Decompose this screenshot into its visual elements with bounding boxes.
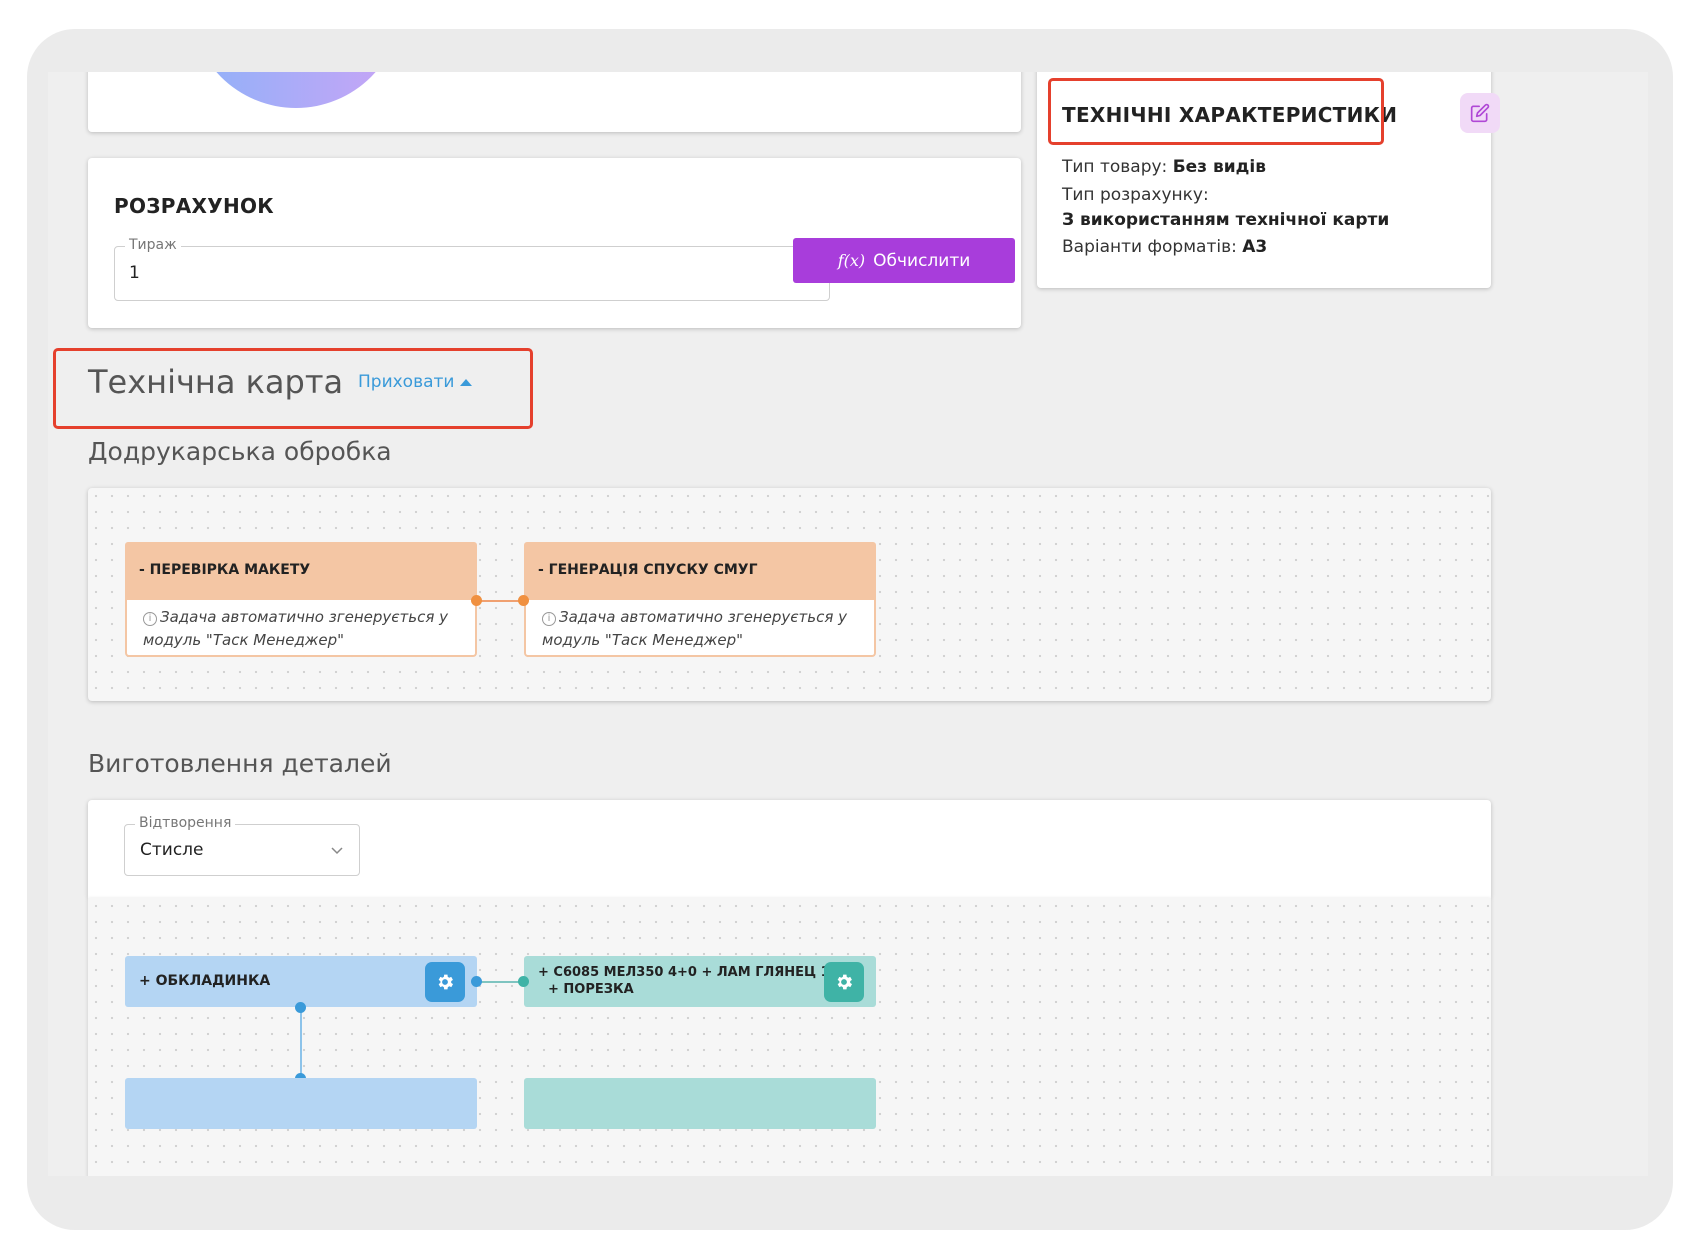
prepress-title: Додрукарська обробка <box>88 437 392 466</box>
node-note: i Задача автоматично згенерується у модул… <box>143 606 459 652</box>
compute-button[interactable]: f(x) Обчислити <box>793 238 1015 283</box>
edit-button[interactable] <box>1460 93 1500 133</box>
calculation-title: РОЗРАХУНОК <box>114 194 274 218</box>
node-note-text: Задача автоматично згенерується у модуль… <box>542 608 847 649</box>
connector-handle[interactable] <box>471 976 482 987</box>
display-mode-select[interactable]: Відтворення Стисле <box>124 815 360 876</box>
product-type-label: Тип товару: <box>1062 157 1168 177</box>
edit-icon <box>1470 103 1490 123</box>
connector-handle[interactable] <box>295 1002 306 1013</box>
detail-node-material[interactable]: + C6085 МЕЛ350 4+0 + ЛАМ ГЛЯНЕЦ 1+1 + ПО… <box>524 956 876 1007</box>
connector-handle[interactable] <box>518 976 529 987</box>
page-viewport: РОЗРАХУНОК Тираж 1 f(x) Обчислити ТЕХНІЧ… <box>48 72 1648 1176</box>
calculation-card: РОЗРАХУНОК Тираж 1 f(x) Обчислити <box>88 158 1021 328</box>
node-title-line1: + C6085 МЕЛ350 4+0 + ЛАМ ГЛЯНЕЦ 1+1 <box>538 965 850 980</box>
detail-node-next[interactable] <box>125 1078 477 1129</box>
node-title: + ОБКЛАДИНКА <box>139 973 271 989</box>
circulation-value[interactable]: 1 <box>129 263 140 283</box>
node-settings-button[interactable] <box>425 962 465 1002</box>
product-type-value: Без видів <box>1172 157 1266 177</box>
node-connector-vertical <box>300 1007 302 1079</box>
node-settings-button[interactable] <box>824 962 864 1002</box>
chevron-down-icon <box>331 847 343 855</box>
circulation-label: Тираж <box>125 237 181 253</box>
specs-title-highlight <box>1048 78 1384 145</box>
details-canvas[interactable]: + ОБКЛАДИНКА + C6085 МЕЛ350 4+0 + ЛАМ ГЛ… <box>88 898 1491 1176</box>
circulation-input[interactable]: Тираж 1 <box>114 237 830 301</box>
calc-type-value-line: З використанням технічної карти <box>1062 210 1389 230</box>
formats-label: Варіанти форматів: <box>1062 237 1237 257</box>
details-title: Виготовлення деталей <box>88 749 392 778</box>
calc-type-line: Тип розрахунку: <box>1062 185 1209 205</box>
info-icon: i <box>143 612 157 626</box>
node-title-line2: + ПОРЕЗКА <box>548 982 634 997</box>
chart-card <box>88 72 1021 132</box>
info-icon: i <box>542 612 556 626</box>
calc-type-value: З використанням технічної карти <box>1062 210 1390 230</box>
prepress-node[interactable]: - ГЕНЕРАЦІЯ СПУСКУ СМУГ i Задача автомати… <box>524 542 876 657</box>
node-body: i Задача автоматично згенерується у модул… <box>125 600 477 657</box>
prepress-canvas[interactable]: - ПЕРЕВІРКА МАКЕТУ i Задача автоматично з… <box>88 488 1491 701</box>
prepress-node[interactable]: - ПЕРЕВІРКА МАКЕТУ i Задача автоматично з… <box>125 542 477 657</box>
gear-icon <box>837 974 852 990</box>
tech-card-highlight <box>53 348 533 429</box>
node-header: - ПЕРЕВІРКА МАКЕТУ <box>125 542 477 600</box>
node-connector <box>477 981 524 983</box>
gear-icon <box>438 974 453 990</box>
connector-handle[interactable] <box>471 595 482 606</box>
node-title: - ПЕРЕВІРКА МАКЕТУ <box>139 562 311 578</box>
function-icon: f(x) <box>837 251 866 270</box>
node-body: i Задача автоматично згенерується у модул… <box>524 600 876 657</box>
node-note: i Задача автоматично згенерується у модул… <box>542 606 858 652</box>
chart-circle <box>190 72 402 108</box>
display-mode-label: Відтворення <box>135 815 236 831</box>
product-type-line: Тип товару: Без видів <box>1062 157 1266 177</box>
detail-node-next[interactable] <box>524 1078 876 1129</box>
display-mode-value: Стисле <box>140 840 204 860</box>
node-title: - ГЕНЕРАЦІЯ СПУСКУ СМУГ <box>538 562 758 578</box>
node-connector <box>477 600 524 602</box>
connector-handle[interactable] <box>518 595 529 606</box>
node-header: - ГЕНЕРАЦІЯ СПУСКУ СМУГ <box>524 542 876 600</box>
node-note-text: Задача автоматично згенерується у модуль… <box>143 608 448 649</box>
detail-node-cover[interactable]: + ОБКЛАДИНКА <box>125 956 477 1007</box>
calc-type-label: Тип розрахунку: <box>1062 185 1209 205</box>
compute-button-label: Обчислити <box>873 250 971 271</box>
formats-value: А3 <box>1242 237 1268 257</box>
details-toolbar: Відтворення Стисле <box>88 800 1491 898</box>
formats-line: Варіанти форматів: А3 <box>1062 237 1267 257</box>
